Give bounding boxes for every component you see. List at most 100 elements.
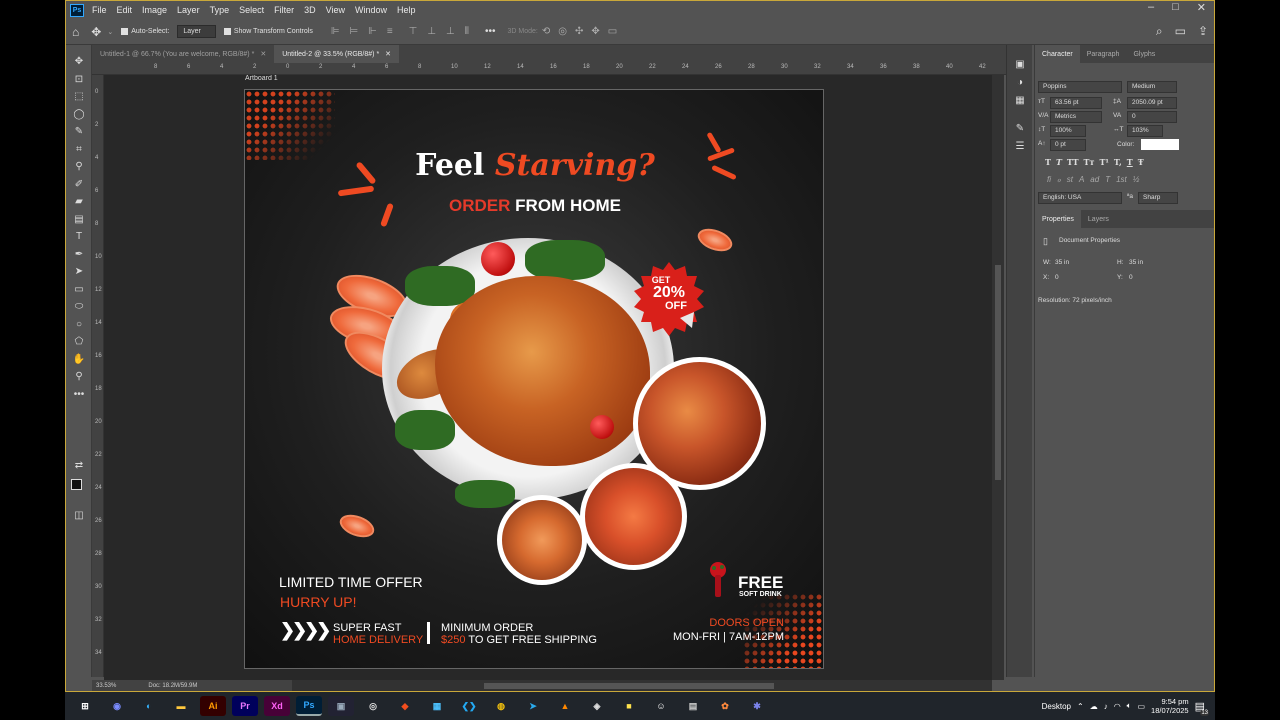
transform-controls-checkbox[interactable] [223, 28, 231, 35]
small-caps-button[interactable]: Tт [1084, 157, 1095, 167]
notification-icon[interactable]: ▤ 13 [1195, 700, 1209, 716]
faux-bold-button[interactable]: T [1045, 157, 1051, 167]
taskbar-obs-icon[interactable]: ◎ [360, 696, 386, 716]
tab-glyphs[interactable]: Glyphs [1126, 45, 1162, 63]
taskbar-vscode-icon[interactable]: ❮❯ [456, 696, 482, 716]
move-tool-icon[interactable]: ✥ [66, 53, 92, 71]
3d-roll-icon[interactable]: ◎ [558, 26, 567, 37]
taskbar-telegram-icon[interactable]: ➤ [520, 696, 546, 716]
swap-colors-icon[interactable]: ⇄ [66, 457, 92, 475]
zoom-level[interactable]: 33.53% [96, 683, 116, 689]
subscript-button[interactable]: T, [1114, 157, 1122, 167]
share-icon[interactable]: ⇪ [1198, 24, 1208, 39]
close-icon[interactable]: ✕ [385, 50, 391, 58]
vertical-scale-field[interactable]: 100% [1050, 125, 1086, 137]
auto-select-checkbox[interactable] [121, 28, 129, 35]
font-size-field[interactable]: 63.56 pt [1050, 97, 1102, 109]
swatches-icon[interactable]: ▦ [1007, 91, 1033, 109]
auto-select-dropdown[interactable]: Layer [177, 25, 216, 38]
tool-preset-chevron-icon[interactable]: ⌄ [107, 28, 113, 36]
taskbar-illustrator-icon[interactable]: Ai [200, 696, 226, 716]
path-select-tool-icon[interactable]: ➤ [66, 263, 92, 281]
3d-scale-icon[interactable]: ▭ [608, 26, 617, 37]
menu-3d[interactable]: 3D [304, 5, 316, 15]
distribute-icon[interactable]: ≡ [387, 26, 393, 37]
menu-help[interactable]: Help [397, 5, 416, 15]
menu-layer[interactable]: Layer [177, 5, 200, 15]
shape-tool-icon[interactable]: ⬠ [66, 333, 92, 351]
more-tools-icon[interactable]: ••• [66, 386, 92, 404]
zoom-tool-icon[interactable]: ⚲ [66, 368, 92, 386]
more-options-icon[interactable]: ••• [485, 26, 496, 37]
desktop-label[interactable]: Desktop [1042, 702, 1071, 711]
mic-icon[interactable]: ♪ [1104, 702, 1108, 711]
adjustments-icon[interactable]: ☰ [1007, 137, 1033, 155]
scroll-thumb[interactable] [995, 265, 1001, 480]
font-family-select[interactable]: Poppins [1038, 81, 1122, 93]
pen-tool-icon[interactable]: ✒ [66, 246, 92, 264]
circle-tool-icon[interactable]: ○ [66, 316, 92, 334]
scroll-thumb[interactable] [484, 683, 774, 689]
distribute-v-icon[interactable]: ⦀ [465, 26, 469, 37]
search-icon[interactable]: ⌕ [1156, 24, 1163, 39]
language-select[interactable]: English: USA [1038, 192, 1122, 204]
3d-pan-icon[interactable]: ✣ [575, 26, 583, 37]
baseline-shift-field[interactable]: 0 pt [1050, 139, 1086, 151]
taskbar-premiere-icon[interactable]: Pr [232, 696, 258, 716]
clock[interactable]: 9:54 pm 18/07/2025 [1151, 697, 1189, 716]
cloud-icon[interactable]: ☁ [1090, 702, 1098, 711]
eraser-tool-icon[interactable]: ▰ [66, 193, 92, 211]
tab-character[interactable]: Character [1035, 45, 1080, 63]
3d-slide-icon[interactable]: ✥ [591, 26, 599, 37]
align-middle-icon[interactable]: ⊥ [427, 26, 436, 37]
home-icon[interactable]: ⌂ [72, 25, 79, 39]
taskbar-figma-icon[interactable]: ◆ [392, 696, 418, 716]
workspace-icon[interactable]: ▭ [1175, 24, 1186, 39]
taskbar-xd-icon[interactable]: Xd [264, 696, 290, 716]
stylistic-alt-button[interactable]: ad [1090, 175, 1099, 184]
superscript-button[interactable]: T¹ [1099, 157, 1108, 167]
hand-tool-icon[interactable]: ✋ [66, 351, 92, 369]
underline-button[interactable]: T [1127, 157, 1133, 167]
taskbar-photoshop-icon[interactable]: Ps [296, 696, 322, 716]
align-right-icon[interactable]: ⊩ [368, 26, 377, 37]
horizontal-scale-field[interactable]: 103% [1127, 125, 1163, 137]
menu-image[interactable]: Image [142, 5, 167, 15]
crop-tool-icon[interactable]: ⌗ [66, 141, 92, 159]
ellipse-tool-icon[interactable]: ⬭ [66, 298, 92, 316]
doc-size[interactable]: Doc: 18.2M/59.9M [148, 683, 197, 689]
color-icon[interactable]: ◑ [1007, 73, 1033, 91]
move-tool-icon[interactable]: ✥ [91, 25, 101, 39]
menu-view[interactable]: View [326, 5, 345, 15]
maximize-button[interactable]: □ [1172, 1, 1179, 14]
menu-select[interactable]: Select [239, 5, 264, 15]
contextual-alt-button[interactable]: ℴ [1057, 175, 1061, 184]
menu-file[interactable]: File [92, 5, 107, 15]
x-value[interactable]: 0 [1055, 274, 1059, 281]
swash-button[interactable]: A [1079, 175, 1084, 184]
width-value[interactable]: 35 in [1055, 259, 1069, 266]
menu-edit[interactable]: Edit [117, 5, 133, 15]
taskbar-calculator-icon[interactable]: ▤ [680, 696, 706, 716]
history-icon[interactable]: ▣ [1007, 55, 1033, 73]
taskbar-windows-start-icon[interactable]: ⊞ [72, 696, 98, 716]
artboard[interactable]: Feel Starving? ORDER FROM HOME GET 20% O… [244, 89, 824, 669]
battery-icon[interactable]: ▭ [1137, 702, 1145, 711]
tracking-field[interactable]: 0 [1127, 111, 1177, 123]
type-tool-icon[interactable]: T [66, 228, 92, 246]
taskbar-emoji-app-icon[interactable]: ☺ [648, 696, 674, 716]
taskbar-edge-icon[interactable]: ◐ [136, 696, 162, 716]
minimize-button[interactable]: – [1148, 1, 1154, 14]
lasso-tool-icon[interactable]: ◯ [66, 106, 92, 124]
taskbar-sticky-notes-icon[interactable]: ■ [616, 696, 642, 716]
menu-window[interactable]: Window [355, 5, 387, 15]
titling-alt-button[interactable]: T [1105, 175, 1110, 184]
rectangle-tool-icon[interactable]: ▭ [66, 281, 92, 299]
align-center-icon[interactable]: ⊨ [350, 26, 359, 37]
font-style-select[interactable]: Medium [1127, 81, 1177, 93]
tray-chevron-icon[interactable]: ⌃ [1077, 702, 1084, 711]
taskbar-screen-tool-icon[interactable]: ▣ [328, 696, 354, 716]
canvas-area[interactable]: Artboard 1 Feel Starving? ORDER FROM HOM… [104, 75, 992, 680]
taskbar-teams-icon[interactable]: ✱ [744, 696, 770, 716]
all-caps-button[interactable]: TT [1067, 157, 1079, 167]
